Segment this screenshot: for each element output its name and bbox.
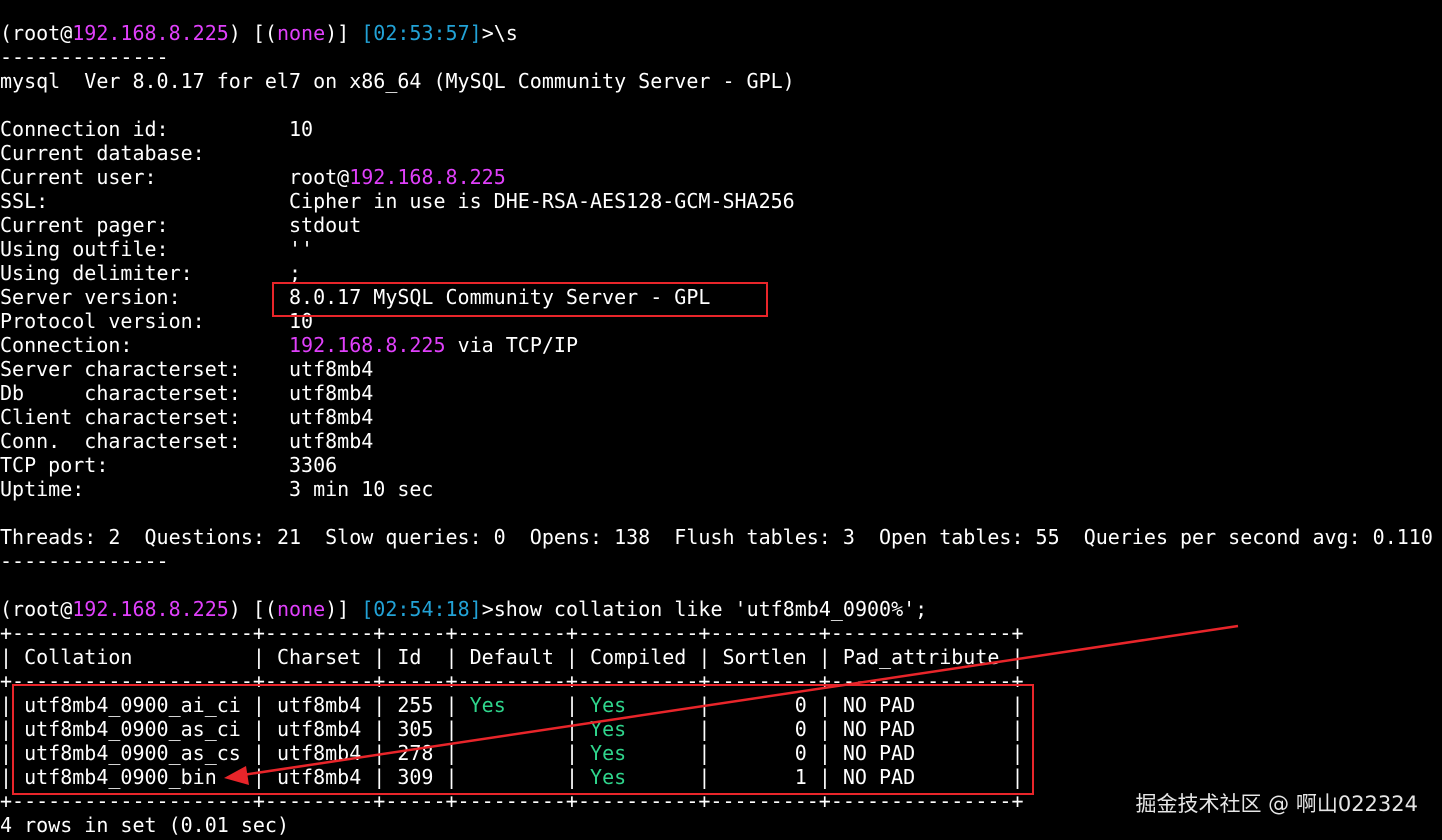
status-tcp-port: TCP port: 3306 [0, 453, 1442, 477]
status-value: utf8mb4 [288, 357, 374, 381]
status-value-host: 192.168.8.225 [288, 333, 446, 357]
status-label: Current database: [0, 141, 205, 165]
prompt-line-2: (root@192.168.8.225) [(none)] [02:54:18]… [0, 597, 1442, 621]
prompt-command: >\s [481, 21, 518, 45]
status-label: Using delimiter: [0, 261, 289, 285]
status-label: Client characterset: [0, 405, 289, 429]
status-value: 3 min 10 sec [288, 477, 434, 501]
status-label: Uptime: [0, 477, 289, 501]
prompt-host: 192.168.8.225 [72, 597, 229, 621]
separator: -------------- [0, 45, 169, 69]
status-db-charset: Db characterset: utf8mb4 [0, 381, 1442, 405]
prompt-user: (root@ [0, 597, 73, 621]
status-current-database: Current database: [0, 141, 1442, 165]
status-value-host: 192.168.8.225 [349, 165, 506, 189]
prompt-sep: ) [( [228, 21, 277, 45]
version-line: mysql Ver 8.0.17 for el7 on x86_64 (MySQ… [0, 69, 795, 93]
prompt-sep: ) [( [228, 597, 277, 621]
prompt-command: >show collation like 'utf8mb4_0900%'; [481, 597, 928, 621]
prompt-user: (root@ [0, 21, 73, 45]
separator: -------------- [0, 549, 169, 573]
status-label: Current pager: [0, 213, 289, 237]
status-value: 10 [288, 117, 314, 141]
status-client-charset: Client characterset: utf8mb4 [0, 405, 1442, 429]
status-value: utf8mb4 [288, 405, 374, 429]
status-value: stdout [288, 213, 362, 237]
status-uptime: Uptime: 3 min 10 sec [0, 477, 1442, 501]
table-border: +--------------------+---------+-----+--… [0, 621, 1024, 645]
status-server-charset: Server characterset: utf8mb4 [0, 357, 1442, 381]
table-header: | Collation | Charset | Id | Default | C… [0, 645, 1024, 669]
status-label: SSL: [0, 189, 289, 213]
prompt-host: 192.168.8.225 [72, 21, 229, 45]
status-conn-charset: Conn. characterset: utf8mb4 [0, 429, 1442, 453]
status-label: Protocol version: [0, 309, 289, 333]
status-value: utf8mb4 [288, 381, 374, 405]
prompt-time: [02:54:18] [361, 597, 482, 621]
status-using-outfile: Using outfile: '' [0, 237, 1442, 261]
collation-rows-highlight-box [12, 684, 1034, 795]
threads-line: Threads: 2 Questions: 21 Slow queries: 0… [0, 525, 1433, 549]
status-label: Server characterset: [0, 357, 289, 381]
status-value: Cipher in use is DHE-RSA-AES128-GCM-SHA2… [288, 189, 795, 213]
status-label: Server version: [0, 285, 289, 309]
status-label: Connection id: [0, 117, 289, 141]
prompt-time: [02:53:57] [361, 21, 482, 45]
status-label: Conn. characterset: [0, 429, 289, 453]
status-label: Connection: [0, 333, 289, 357]
status-connection: Connection: 192.168.8.225 via TCP/IP [0, 333, 1442, 357]
status-label: Current user: [0, 165, 289, 189]
status-ssl: SSL: Cipher in use is DHE-RSA-AES128-GCM… [0, 189, 1442, 213]
status-current-pager: Current pager: stdout [0, 213, 1442, 237]
prompt-db: none [276, 21, 326, 45]
status-current-user: Current user: root@192.168.8.225 [0, 165, 1442, 189]
status-value: utf8mb4 [288, 429, 374, 453]
prompt-line-1: (root@192.168.8.225) [(none)] [02:53:57]… [0, 21, 1442, 45]
prompt-sep: )] [325, 21, 362, 45]
status-value: via TCP/IP [445, 333, 578, 357]
status-value: 3306 [288, 453, 338, 477]
watermark-text: 掘金技术社区 @ 啊山022324 [1135, 792, 1418, 816]
status-connection-id: Connection id: 10 [0, 117, 1442, 141]
server-version-highlight-box [272, 282, 768, 317]
prompt-db: none [276, 597, 326, 621]
status-value: '' [288, 237, 314, 261]
prompt-sep: )] [325, 597, 362, 621]
status-label: Using outfile: [0, 237, 289, 261]
status-value: root@ [288, 165, 350, 189]
status-label: TCP port: [0, 453, 289, 477]
status-label: Db characterset: [0, 381, 289, 405]
